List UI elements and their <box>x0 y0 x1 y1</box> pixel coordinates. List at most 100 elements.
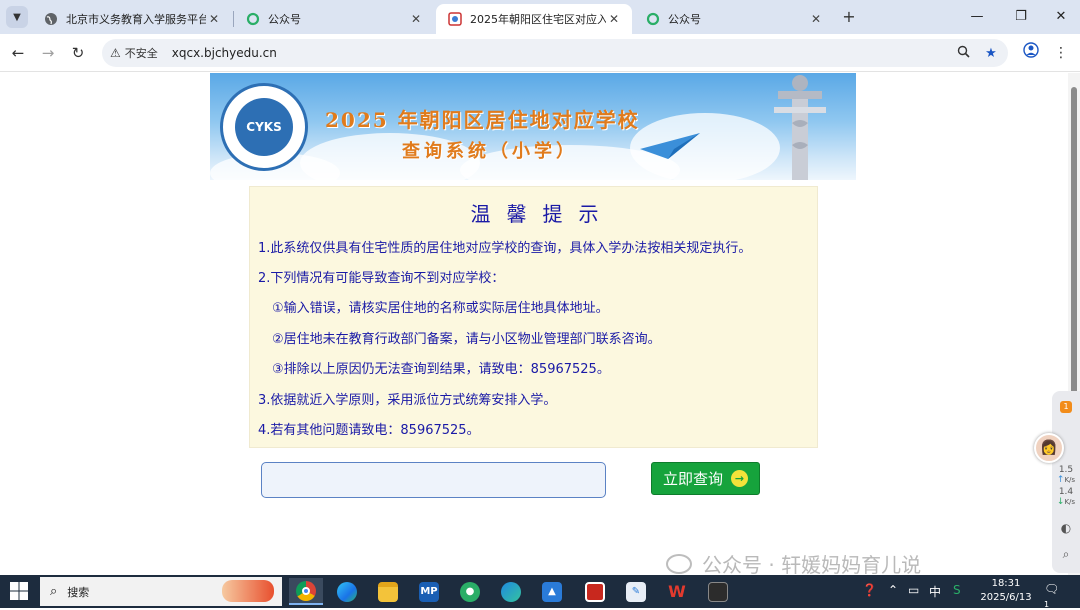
taskbar-search-label: 搜索 <box>67 585 90 599</box>
zoom-icon[interactable] <box>952 45 974 62</box>
url-text[interactable]: xqcx.bjchyedu.cn <box>172 46 952 60</box>
tab-4[interactable]: 公众号 ✕ <box>634 4 834 34</box>
arrow-left-icon: ← <box>11 44 25 62</box>
security-app-icon[interactable]: S <box>953 583 961 597</box>
close-icon[interactable]: ✕ <box>606 12 622 26</box>
profile-icon[interactable] <box>1020 42 1042 64</box>
insecure-label[interactable]: 不安全 <box>125 45 158 61</box>
tab-1-label: 北京市义务教育入学服务平台 <box>66 13 206 26</box>
notice-line-2: 2.下列情况有可能导致查询不到对应学校： <box>258 271 505 286</box>
floating-side-widget: 1 1.5 ↑K/s 1.4 ↓K/s ◐ ⌕ <box>1052 391 1080 573</box>
tab-3-label: 2025年朝阳区住宅区对应入学E <box>470 13 606 26</box>
taskbar-app-red[interactable] <box>578 578 612 605</box>
query-button[interactable]: 立即查询 → <box>651 462 760 495</box>
scroll-thumb[interactable] <box>1071 87 1077 397</box>
warning-icon[interactable]: ⚠ <box>110 46 121 60</box>
chevron-up-icon[interactable]: ⌃ <box>888 583 898 597</box>
new-tab-button[interactable]: + <box>840 7 858 27</box>
close-window-button[interactable]: ✕ <box>1046 6 1076 28</box>
more-menu-icon[interactable]: ⋮ <box>1050 42 1072 64</box>
forward-button[interactable]: → <box>37 42 59 64</box>
system-clock[interactable]: 18:31 2025/6/13 <box>978 577 1034 605</box>
notification-center-button[interactable]: 🗨1 <box>1044 582 1064 609</box>
notice-line-3: 3.依据就近入学原则，采用派位方式统筹安排入学。 <box>258 393 557 408</box>
accelerate-icon[interactable]: ◐ <box>1052 521 1080 535</box>
wechat-official-icon <box>246 12 260 26</box>
bookmark-star-icon[interactable]: ★ <box>980 46 1002 61</box>
tab-3-active[interactable]: 2025年朝阳区住宅区对应入学E ✕ <box>436 4 632 34</box>
notice-line-4: 4.若有其他问题请致电：85967525。 <box>258 423 480 438</box>
chrome-icon <box>296 580 316 601</box>
watermark: 公众号 · 轩媛妈妈育儿说 <box>666 549 921 575</box>
taskbar-wechat[interactable]: ● <box>453 578 487 605</box>
network-icon[interactable]: ▭ <box>908 583 919 597</box>
tab-2[interactable]: 公众号 ✕ <box>234 4 434 34</box>
notepad-icon: ✎ <box>626 581 646 602</box>
minimize-button[interactable]: — <box>962 6 992 28</box>
taskbar-file-explorer[interactable] <box>371 578 405 605</box>
reload-button[interactable]: ↻ <box>67 42 89 64</box>
taskbar-search[interactable]: ⌕ 搜索 <box>40 577 282 606</box>
tab-4-label: 公众号 <box>668 13 701 26</box>
globe-icon <box>44 12 58 26</box>
notice-subline-3: ③排除以上原因仍无法查询到结果，请致电：85967525。 <box>272 362 610 377</box>
taskbar-mp-app[interactable]: MP <box>412 578 446 605</box>
notice-subline-2: ②居住地未在教育行政部门备案，请与小区物业管理部门联系咨询。 <box>272 332 661 347</box>
taskbar-wps[interactable]: W <box>660 578 694 605</box>
close-icon[interactable]: ✕ <box>408 12 424 26</box>
notice-line-1: 1.此系统仅供具有住宅性质的居住地对应学校的查询，具体入学办法按相关规定执行。 <box>258 241 752 256</box>
banner-title-line2: 查询系统（小学） <box>402 141 578 162</box>
taskbar-screenshot-app[interactable] <box>701 578 735 605</box>
address-search-input[interactable] <box>261 462 606 498</box>
browser-toolbar: ← → ↻ ⚠ 不安全 xqcx.bjchyedu.cn ★ ⋮ <box>0 34 1080 72</box>
windows-taskbar: ⌕ 搜索 MP ● ▲ ✎ W ❓ ⌃ ▭ 中 S 18:31 2025/6/1… <box>0 575 1080 609</box>
ime-indicator[interactable]: 中 <box>929 583 941 600</box>
restore-icon: ❐ <box>1015 9 1027 24</box>
chevron-down-icon: ▼ <box>13 11 21 23</box>
wechat-icon: ● <box>460 581 480 602</box>
avatar[interactable]: 👩 <box>1034 433 1064 463</box>
clock-date: 2025/6/13 <box>980 592 1032 603</box>
tab-strip: ▼ 北京市义务教育入学服务平台 ✕ 公众号 ✕ 2025年朝阳区住宅区对应入学E… <box>0 0 1080 34</box>
logo-text: CYKS <box>235 98 293 156</box>
header-banner: CYKS 2025 年朝阳区居住地对应学校 查询系统（小学） <box>210 73 856 180</box>
taskbar-photos[interactable]: ▲ <box>535 578 569 605</box>
search-icon[interactable]: ⌕ <box>1052 547 1080 562</box>
wechat-official-icon <box>646 12 660 26</box>
help-icon[interactable]: ❓ <box>862 583 877 597</box>
screenshot-app-icon <box>708 581 728 602</box>
restore-button[interactable]: ❐ <box>1006 6 1036 28</box>
wps-icon: W <box>668 582 686 601</box>
tab-search-button[interactable]: ▼ <box>6 6 28 28</box>
clock-time: 18:31 <box>991 578 1021 589</box>
taskbar-chrome[interactable] <box>289 578 323 605</box>
photos-icon: ▲ <box>542 581 562 602</box>
folder-icon <box>378 581 398 602</box>
taskbar-app-wave[interactable] <box>494 578 528 605</box>
back-button[interactable]: ← <box>7 42 29 64</box>
presentation-icon <box>585 581 605 602</box>
taskbar-notepad[interactable]: ✎ <box>619 578 653 605</box>
close-icon[interactable]: ✕ <box>808 12 824 26</box>
watermark-text: 公众号 · 轩媛妈妈育儿说 <box>702 553 922 575</box>
notification-badge-icon[interactable]: 1 <box>1052 401 1080 413</box>
notice-title: 温馨提示 <box>470 202 615 226</box>
arrow-right-icon: → <box>41 44 55 62</box>
chat-bubble-icon: 🗨 <box>1044 582 1060 596</box>
notice-subline-1: ①输入错误，请核实居住地的名称或实际居住地具体地址。 <box>272 301 609 316</box>
close-icon[interactable]: ✕ <box>206 12 222 26</box>
tab-1[interactable]: 北京市义务教育入学服务平台 ✕ <box>32 4 232 34</box>
taskbar-edge[interactable] <box>330 578 364 605</box>
search-highlight-image <box>222 580 274 602</box>
network-download-speed: 1.4 ↓K/s <box>1056 487 1076 507</box>
wechat-official-icon <box>666 553 692 574</box>
network-upload-speed: 1.5 ↑K/s <box>1056 465 1076 485</box>
query-button-label: 立即查询 <box>662 470 723 488</box>
address-bar[interactable]: ⚠ 不安全 xqcx.bjchyedu.cn ★ <box>102 39 1008 67</box>
minimize-icon: — <box>970 9 984 24</box>
search-icon: ⌕ <box>50 584 58 599</box>
paper-plane-icon <box>640 133 700 159</box>
wave-app-icon <box>501 581 521 602</box>
close-icon: ✕ <box>1055 9 1067 24</box>
windows-start-icon[interactable] <box>9 581 29 601</box>
